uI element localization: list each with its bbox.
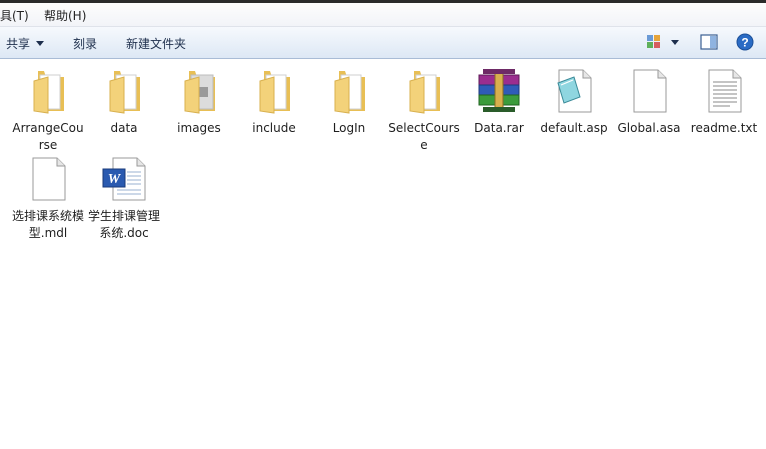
winrar-archive-icon — [475, 67, 523, 115]
file-item[interactable]: images — [161, 67, 237, 137]
file-name: 学生排课管理系统.doc — [88, 209, 161, 240]
file-item[interactable]: W 学生排课管理系统.doc — [86, 155, 162, 242]
file-item[interactable]: ArrangeCourse — [10, 67, 86, 154]
blank-file-icon — [625, 67, 673, 115]
folder-icon — [100, 67, 148, 115]
file-name: data — [110, 121, 138, 135]
folder-icon — [250, 67, 298, 115]
file-name: SelectCourse — [388, 121, 460, 152]
file-item[interactable]: LogIn — [311, 67, 387, 137]
view-options-button[interactable] — [646, 34, 680, 53]
file-item[interactable]: data — [86, 67, 162, 137]
menu-bar: 具(T) 帮助(H) — [0, 3, 766, 27]
file-name: Global.asa — [617, 121, 681, 135]
menu-help[interactable]: 帮助(H) — [44, 7, 86, 24]
help-button[interactable]: ? — [736, 33, 754, 54]
asp-file-icon — [550, 67, 598, 115]
file-name: LogIn — [332, 121, 366, 135]
word-document-icon: W — [100, 155, 148, 203]
view-grid-icon — [647, 35, 679, 48]
file-name: Data.rar — [474, 121, 524, 135]
burn-button[interactable]: 刻录 — [73, 35, 97, 52]
menu-tools[interactable]: 具(T) — [0, 7, 29, 24]
share-label: 共享 — [6, 37, 31, 51]
preview-pane-button[interactable] — [700, 34, 718, 53]
folder-icon — [175, 67, 223, 115]
command-bar: 共享 刻录 新建文件夹 ? — [0, 27, 766, 59]
file-name: 选排课系统模型.mdl — [12, 209, 85, 240]
file-name: ArrangeCourse — [12, 121, 84, 152]
file-item[interactable]: Data.rar — [461, 67, 537, 137]
share-button[interactable]: 共享 — [6, 35, 45, 52]
file-item[interactable]: 选排课系统模型.mdl — [10, 155, 86, 242]
file-name: readme.txt — [690, 121, 758, 135]
file-item[interactable]: readme.txt — [686, 67, 762, 137]
chevron-down-icon — [36, 41, 45, 46]
file-item[interactable]: include — [236, 67, 312, 137]
file-name: default.asp — [540, 121, 608, 135]
file-list: ArrangeCourse data images include LogIn … — [0, 59, 766, 449]
svg-text:?: ? — [741, 36, 748, 50]
folder-icon — [24, 67, 72, 115]
file-item[interactable]: default.asp — [536, 67, 612, 137]
preview-pane-icon — [700, 34, 718, 50]
file-name: images — [177, 121, 221, 135]
file-name: include — [252, 121, 296, 135]
folder-icon — [400, 67, 448, 115]
svg-text:W: W — [108, 172, 122, 187]
blank-file-icon — [24, 155, 72, 203]
new-folder-button[interactable]: 新建文件夹 — [126, 35, 186, 52]
text-file-icon — [700, 67, 748, 115]
file-item[interactable]: SelectCourse — [386, 67, 462, 154]
help-icon: ? — [736, 33, 754, 51]
folder-icon — [325, 67, 373, 115]
file-item[interactable]: Global.asa — [611, 67, 687, 137]
